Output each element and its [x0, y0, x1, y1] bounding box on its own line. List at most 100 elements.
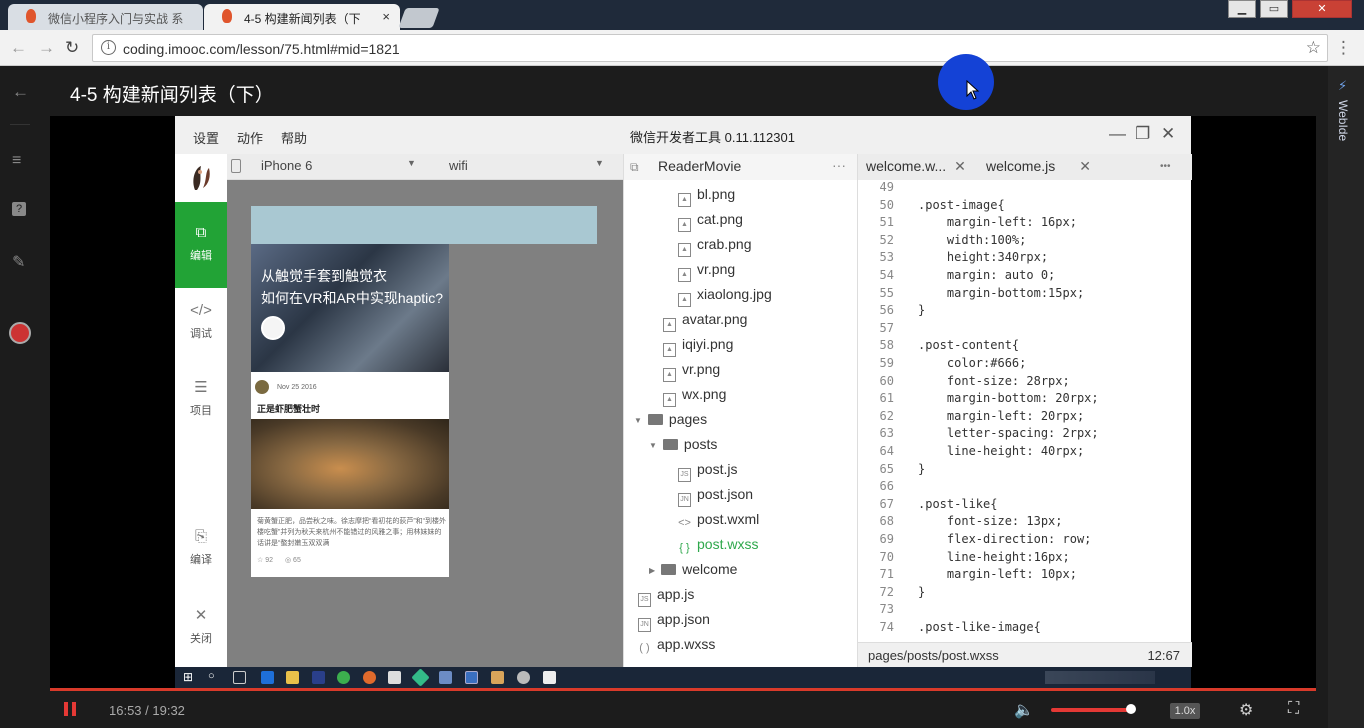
code-line[interactable]: height:340rpx; [918, 250, 1048, 264]
close-icon[interactable]: ✕ [1079, 158, 1091, 174]
code-line[interactable]: margin-left: 10px; [918, 567, 1077, 581]
question-icon[interactable]: ? [12, 202, 26, 216]
code-line[interactable]: margin-bottom:15px; [918, 286, 1084, 300]
code-line[interactable]: line-height: 40rpx; [918, 444, 1084, 458]
tree-file[interactable]: ▲ avatar.png [663, 311, 747, 332]
new-tab-button[interactable] [398, 8, 440, 28]
chapter-list-icon[interactable]: ≡ [12, 152, 21, 170]
tab-close-icon[interactable]: × [382, 9, 390, 24]
tree-file[interactable]: ▲ vr.png [678, 261, 735, 282]
tree-file[interactable]: ▲ xiaolong.jpg [678, 286, 772, 307]
ide-menu-settings[interactable]: 设置 [193, 128, 219, 147]
tree-file[interactable]: ▲ bl.png [678, 186, 735, 207]
code-line[interactable]: } [918, 585, 925, 599]
code-line[interactable]: line-height:16px; [918, 550, 1070, 564]
tree-file-active[interactable]: { } post.wxss [678, 536, 758, 556]
ide-menu-help[interactable]: 帮助 [281, 128, 307, 147]
sidebar-item-debug[interactable]: </> 调试 [175, 280, 227, 366]
fullscreen-icon[interactable]: ⛶ [1288, 700, 1299, 718]
playback-speed-button[interactable]: 1.0x [1170, 703, 1200, 719]
tree-file[interactable]: <> post.wxml [678, 511, 759, 531]
code-line[interactable]: margin-left: 20rpx; [918, 409, 1084, 423]
tree-file[interactable]: JS app.js [638, 586, 694, 607]
url-bar[interactable]: i coding.imooc.com/lesson/75.html#mid=18… [92, 34, 1328, 62]
line-number: 64 [879, 444, 894, 458]
note-pencil-icon[interactable]: ✎ [12, 252, 25, 272]
code-line[interactable]: font-size: 13px; [918, 514, 1063, 528]
user-avatar[interactable] [9, 322, 31, 344]
browser-tab-lesson[interactable]: 4-5 构建新闻列表（下 × [204, 4, 400, 30]
editor-tab-welcome-js[interactable]: welcome.js ✕ [986, 158, 1091, 175]
sidebar-item-compile[interactable]: ⎘ 编译 [175, 506, 227, 592]
code-line[interactable]: margin: auto 0; [918, 268, 1055, 282]
tree-folder[interactable]: ▼ pages [634, 411, 707, 427]
post-content: 菊黄蟹正肥，品尝秋之味。徐志摩把“看初花的荻芦”和“到楼外楼吃蟹”并列为秋天来杭… [257, 518, 446, 547]
window-restore-button[interactable]: ▭ [1260, 0, 1288, 18]
volume-icon[interactable]: 🔈 [1014, 700, 1034, 720]
volume-slider[interactable] [1051, 708, 1131, 712]
back-arrow-icon[interactable]: ← [10, 38, 27, 58]
pause-button[interactable] [64, 702, 78, 716]
editor-tab-welcome-wxml[interactable]: welcome.w... ✕ [866, 158, 966, 175]
editor-more-icon[interactable]: ••• [1160, 161, 1171, 172]
sidebar-item-close[interactable]: ✕ 关闭 [175, 584, 227, 670]
network-select[interactable]: wifi [449, 158, 468, 173]
tree-file[interactable]: JN post.json [678, 486, 753, 507]
bookmark-star-icon[interactable]: ☆ [1306, 38, 1321, 58]
close-icon[interactable]: ✕ [954, 158, 966, 174]
chevron-down-icon[interactable]: ▼ [595, 158, 604, 168]
sidebar-item-project[interactable]: ☰ 项目 [175, 356, 227, 442]
tree-file[interactable]: ▲ iqiyi.png [663, 336, 733, 357]
code-line[interactable]: .post-like-image{ [918, 620, 1041, 634]
code-line[interactable]: margin-left: 16px; [918, 215, 1077, 229]
swiper-banner[interactable]: 从触觉手套到触觉衣 如何在VR和AR中实现haptic? [251, 244, 449, 372]
tree-folder[interactable]: ▶ welcome [649, 561, 737, 577]
browser-menu-icon[interactable]: ⋮ [1335, 38, 1352, 58]
post-image [251, 419, 449, 509]
reload-icon[interactable]: ↻ [65, 38, 79, 58]
code-line[interactable]: } [918, 462, 925, 476]
code-line[interactable]: margin-bottom: 20rpx; [918, 391, 1099, 405]
ide-minimize-icon[interactable]: — [1109, 124, 1126, 144]
site-info-icon[interactable]: i [101, 40, 116, 55]
code-line[interactable]: color:#666; [918, 356, 1026, 370]
sidebar-item-edit[interactable]: ⧉ 编辑 [175, 202, 227, 288]
device-select[interactable]: iPhone 6 [261, 158, 312, 173]
code-line[interactable]: .post-content{ [918, 338, 1019, 352]
forward-arrow-icon[interactable]: → [38, 38, 55, 58]
code-line[interactable]: .post-image{ [918, 198, 1005, 212]
tree-file[interactable]: ( ) app.wxss [638, 636, 715, 656]
posts-page[interactable]: 从触觉手套到触觉衣 如何在VR和AR中实现haptic? Nov 25 2016… [251, 244, 449, 577]
tree-file[interactable]: ▲ crab.png [678, 236, 751, 257]
back-arrow-icon[interactable]: ← [12, 82, 29, 102]
tree-file[interactable]: JS post.js [678, 461, 737, 482]
code-line[interactable]: } [918, 303, 925, 317]
chevron-down-icon[interactable]: ▼ [407, 158, 416, 168]
tree-file[interactable]: ▲ cat.png [678, 211, 743, 232]
tree-file[interactable]: ▲ wx.png [663, 386, 726, 407]
settings-gear-icon[interactable]: ⚙ [1239, 700, 1253, 720]
volume-slider-handle[interactable] [1126, 704, 1136, 714]
tree-file[interactable]: ▲ vr.png [663, 361, 720, 382]
window-close-button[interactable]: ✕ [1292, 0, 1352, 18]
eye-icon: ◎ [284, 557, 294, 564]
code-line[interactable]: .post-like{ [918, 497, 997, 511]
webide-label[interactable]: WebIde [1336, 100, 1350, 141]
folder-icon [286, 671, 299, 684]
code-line[interactable]: width:100%; [918, 233, 1026, 247]
more-icon[interactable]: ··· [832, 157, 846, 173]
image-file-icon: ▲ [663, 393, 676, 407]
code-line[interactable]: flex-direction: row; [918, 532, 1092, 546]
code-line[interactable]: font-size: 28rpx; [918, 374, 1070, 388]
tree-folder[interactable]: ▼ posts [649, 436, 717, 452]
code-line[interactable]: letter-spacing: 2rpx; [918, 426, 1099, 440]
tree-file[interactable]: JN app.json [638, 611, 710, 632]
ide-close-icon[interactable]: ✕ [1161, 124, 1175, 144]
url-text[interactable]: coding.imooc.com/lesson/75.html#mid=1821 [123, 41, 400, 57]
window-minimize-button[interactable]: ▁ [1228, 0, 1256, 18]
ide-menu-actions[interactable]: 动作 [237, 128, 263, 147]
browser-tab-course[interactable]: 微信小程序入门与实战 系 [8, 4, 203, 30]
ide-restore-icon[interactable]: ❐ [1135, 124, 1150, 144]
webide-lightning-icon[interactable]: ⚡ [1338, 78, 1347, 94]
ide-titlebar: 设置 动作 帮助 微信开发者工具 0.11.112301 — ❐ ✕ [175, 116, 1191, 154]
